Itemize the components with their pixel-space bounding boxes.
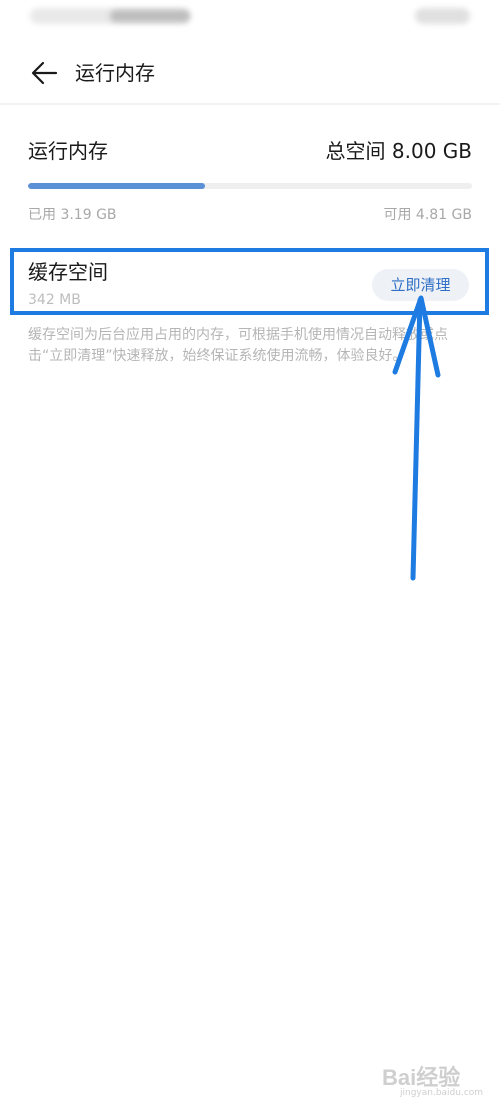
cache-space-title: 缓存空间 bbox=[28, 260, 108, 284]
header-divider bbox=[0, 103, 500, 105]
cache-description: 缓存空间为后台应用占用的内存，可根据手机使用情况自动释放或点击“立即清理”快速释… bbox=[28, 327, 448, 364]
memory-label: 运行内存 bbox=[28, 139, 108, 163]
cache-space-size: 342 MB bbox=[28, 292, 81, 308]
status-bar bbox=[0, 0, 500, 40]
baidu-jingyan-watermark: Bai经验 jingyan.baidu.com bbox=[382, 1050, 492, 1100]
memory-available: 可用 4.81 GB bbox=[383, 207, 472, 223]
status-bar-blurred-right bbox=[415, 8, 470, 24]
memory-progress-fill bbox=[28, 183, 206, 189]
page-title: 运行内存 bbox=[75, 61, 155, 85]
memory-total: 总空间 8.00 GB bbox=[325, 139, 472, 163]
memory-progress-bar bbox=[28, 183, 472, 189]
annotation-arrow bbox=[392, 295, 441, 581]
memory-used: 已用 3.19 GB bbox=[28, 207, 117, 223]
watermark-url: jingyan.baidu.com bbox=[400, 1088, 484, 1098]
header: 运行内存 bbox=[0, 45, 500, 101]
back-arrow-icon[interactable] bbox=[28, 59, 60, 87]
status-bar-blurred-icons bbox=[110, 10, 190, 22]
clean-now-button[interactable]: 立即清理 bbox=[372, 269, 469, 301]
